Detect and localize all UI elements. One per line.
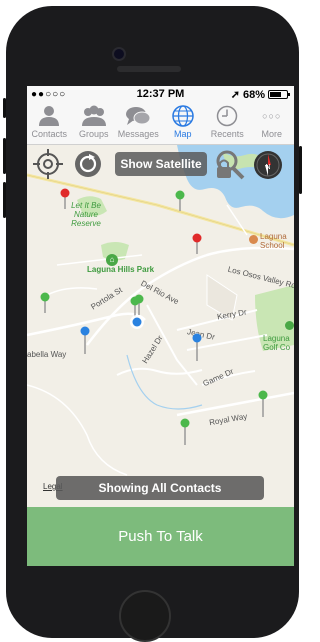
lock-search-icon[interactable]	[213, 149, 249, 181]
battery-fill	[270, 92, 281, 97]
pin-blue[interactable]	[192, 333, 202, 362]
battery-icon	[268, 90, 290, 99]
groups-people-icon	[81, 105, 106, 126]
tab-contacts[interactable]: Contacts	[27, 102, 72, 144]
current-location-marker[interactable]	[130, 315, 144, 329]
earpiece-speaker	[117, 66, 181, 72]
pin-green[interactable]	[40, 292, 50, 314]
tab-recents[interactable]: Recents	[205, 102, 250, 144]
tab-map[interactable]: Map	[161, 102, 206, 144]
volume-up-button	[3, 138, 6, 174]
pin-green[interactable]	[258, 390, 268, 418]
compass-icon[interactable]: N	[253, 150, 283, 180]
status-bar: ●●○○○ 12:37 PM ➚ 68%	[27, 86, 294, 102]
pin-blue[interactable]	[80, 326, 90, 355]
pin-green[interactable]	[175, 190, 185, 212]
tab-more-label: More	[261, 129, 282, 139]
show-satellite-button[interactable]: Show Satellite	[115, 152, 207, 176]
tab-groups[interactable]: Groups	[72, 102, 117, 144]
compass-letter: N	[265, 164, 270, 171]
pin-green[interactable]	[180, 418, 190, 446]
front-camera	[112, 47, 126, 61]
power-button	[299, 146, 302, 194]
push-to-talk-button[interactable]: Push To Talk	[27, 507, 294, 566]
more-dots-icon: ○○○	[262, 111, 282, 121]
tab-groups-label: Groups	[78, 129, 109, 139]
showing-contacts-banner[interactable]: Showing All Contacts	[56, 476, 264, 500]
locate-me-icon[interactable]	[32, 148, 64, 180]
volume-down-button	[3, 182, 6, 218]
tab-bar: Contacts Groups Messages Map Recents ○○○…	[27, 102, 294, 145]
pin-red[interactable]	[192, 233, 202, 255]
tab-messages-label: Messages	[117, 129, 159, 139]
location-arrow-icon: ➚	[230, 89, 240, 101]
mute-switch	[3, 98, 6, 118]
tab-recents-label: Recents	[210, 129, 244, 139]
map-view[interactable]: Let It Be Nature Reserve Laguna Hills Pa…	[27, 145, 294, 507]
tab-map-label: Map	[173, 129, 192, 139]
app-screen: ●●○○○ 12:37 PM ➚ 68% Contacts Groups Mes…	[27, 86, 294, 566]
contacts-person-icon	[39, 106, 60, 126]
tab-messages[interactable]: Messages	[116, 102, 161, 144]
refresh-icon[interactable]	[72, 148, 104, 180]
status-right: ➚ 68%	[230, 88, 290, 101]
messages-bubbles-icon	[126, 107, 151, 125]
map-globe-icon	[172, 105, 194, 127]
tab-contacts-label: Contacts	[31, 129, 68, 139]
pin-red[interactable]	[60, 188, 70, 210]
home-button[interactable]	[119, 590, 171, 642]
battery-percent: 68%	[242, 88, 265, 101]
recents-clock-icon	[217, 105, 238, 127]
pin-layer	[40, 188, 268, 446]
tab-more[interactable]: ○○○ More	[250, 102, 295, 144]
